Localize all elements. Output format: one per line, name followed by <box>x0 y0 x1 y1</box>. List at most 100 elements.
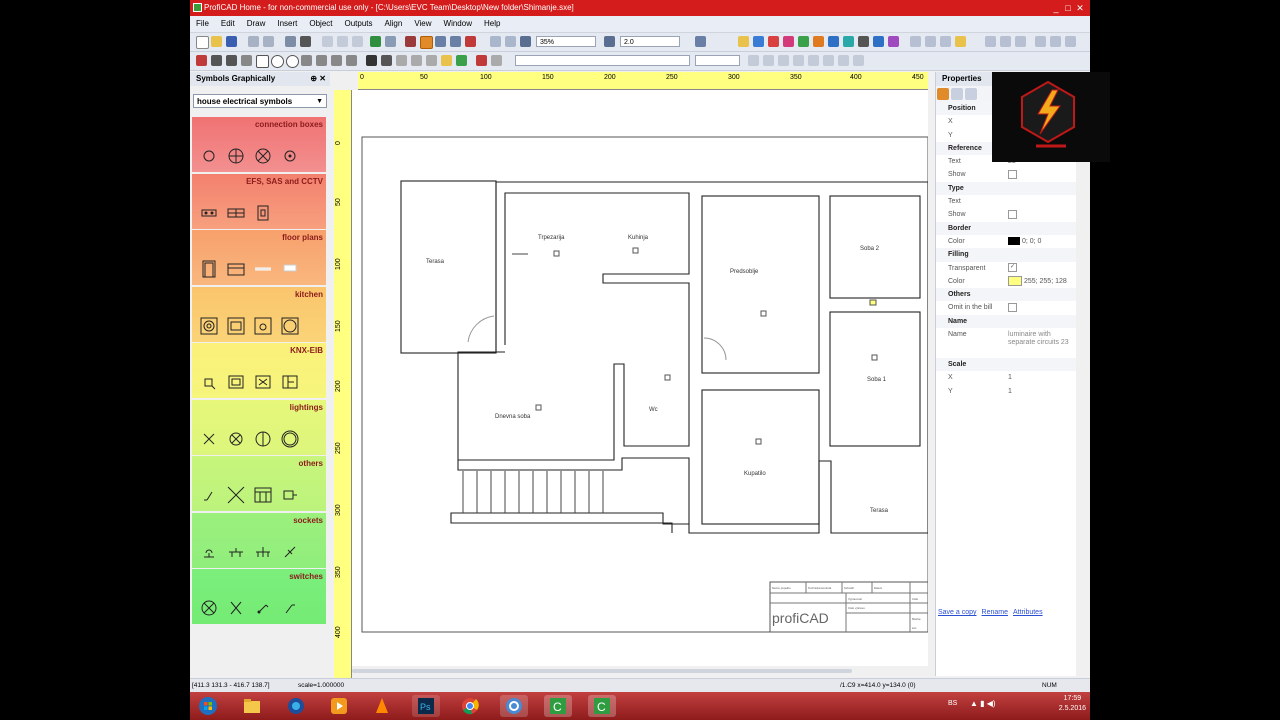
line-style-icon[interactable] <box>695 36 706 47</box>
hand-tool-icon[interactable] <box>491 55 502 66</box>
zoom-window-icon[interactable] <box>505 36 516 47</box>
distribution-board-icon[interactable] <box>254 486 272 504</box>
chrome-icon[interactable] <box>456 695 484 717</box>
cursor-tool-icon[interactable] <box>196 55 207 66</box>
rotate-icon[interactable] <box>435 36 446 47</box>
sort-alpha-icon[interactable] <box>951 88 963 100</box>
spotlight-icon[interactable] <box>281 430 299 448</box>
text-align-center-icon[interactable] <box>808 55 819 66</box>
maximize-button[interactable]: □ <box>1062 0 1074 16</box>
explorer-icon[interactable] <box>238 695 266 717</box>
tray-icons[interactable]: ▲ ▮ ◀) <box>970 699 996 708</box>
vlc-icon[interactable] <box>368 695 396 717</box>
pie-tool-icon[interactable] <box>316 55 327 66</box>
menu-help[interactable]: Help <box>478 16 506 32</box>
category-sockets[interactable]: sockets <box>192 512 326 568</box>
cable-tool-icon[interactable] <box>396 55 407 66</box>
luminaire-icon[interactable] <box>254 430 272 448</box>
proficad-taskbar-icon[interactable]: C <box>544 695 572 717</box>
group-icon[interactable] <box>955 36 966 47</box>
favorite-icon[interactable] <box>783 36 794 47</box>
zoom-select[interactable]: 35% <box>536 36 596 47</box>
camera-icon[interactable] <box>200 204 218 222</box>
table-icon[interactable] <box>843 36 854 47</box>
transparent-checkbox[interactable]: ✓ <box>1008 263 1017 273</box>
pin-icon[interactable]: ⊕ <box>310 74 317 83</box>
distribute-h-icon[interactable] <box>985 36 996 47</box>
pen-tool-icon[interactable] <box>476 55 487 66</box>
distribute-v-icon[interactable] <box>1000 36 1011 47</box>
open-folder-icon[interactable] <box>211 36 222 47</box>
prop-scale-y[interactable]: Y1 <box>936 385 1076 398</box>
align-left-icon[interactable] <box>910 36 921 47</box>
socket-icon[interactable] <box>200 543 218 561</box>
menu-object[interactable]: Object <box>303 16 338 32</box>
bom-icon[interactable] <box>813 36 824 47</box>
antenna-icon[interactable] <box>200 486 218 504</box>
switch-cross-icon[interactable] <box>227 599 245 617</box>
zoom-in-icon[interactable] <box>520 36 531 47</box>
print-icon[interactable] <box>300 36 311 47</box>
prop-type-show[interactable]: Show <box>936 208 1076 221</box>
media-player-icon[interactable] <box>325 695 353 717</box>
detector-icon[interactable] <box>227 204 245 222</box>
print-preview-icon[interactable] <box>285 36 296 47</box>
category-others[interactable]: others <box>192 456 326 511</box>
text-align-left-icon[interactable] <box>793 55 804 66</box>
meter-icon[interactable] <box>281 486 299 504</box>
lamp-circle-icon[interactable] <box>227 430 245 448</box>
menu-draw[interactable]: Draw <box>241 16 272 32</box>
curve-tool-icon[interactable] <box>241 55 252 66</box>
socket-double-icon[interactable] <box>227 543 245 561</box>
close-button[interactable]: ✕ <box>1074 0 1086 16</box>
dimension-tool-icon[interactable] <box>381 55 392 66</box>
rename-link[interactable]: Rename <box>982 609 1008 616</box>
prop-border-color[interactable]: Color 0; 0; 0 <box>936 235 1076 248</box>
knx-switch-icon[interactable] <box>281 373 299 391</box>
layers-icon[interactable] <box>738 36 749 47</box>
horizontal-scrollbar[interactable] <box>352 666 928 676</box>
prop-reference-show[interactable]: Show <box>936 168 1076 181</box>
prop-name[interactable]: Name luminaire with separate circuits 23 <box>936 328 1076 358</box>
prop-type-text[interactable]: Text <box>936 195 1076 208</box>
same-height-icon[interactable] <box>1035 36 1046 47</box>
knx-sensor-icon[interactable] <box>200 373 218 391</box>
junction-box-dot-icon[interactable] <box>281 147 299 165</box>
zoom-out-icon[interactable] <box>604 36 615 47</box>
scroll-thumb[interactable] <box>352 669 852 673</box>
text-icon[interactable] <box>873 36 884 47</box>
crossing-icon[interactable] <box>227 486 245 504</box>
save-icon[interactable] <box>226 36 237 47</box>
line-width-select[interactable]: 2.0 <box>620 36 680 47</box>
prop-scale-x[interactable]: X1 <box>936 371 1076 384</box>
new-file-icon[interactable] <box>196 36 209 49</box>
switch-pull-icon[interactable] <box>281 599 299 617</box>
image-icon[interactable] <box>888 36 899 47</box>
symbol-library-select[interactable]: house electrical symbols ▼ <box>193 94 327 108</box>
italic-icon[interactable] <box>763 55 774 66</box>
menu-align[interactable]: Align <box>379 16 409 32</box>
photoshop-icon[interactable]: Ps <box>412 695 440 717</box>
net-icon[interactable] <box>798 36 809 47</box>
color-icon[interactable] <box>768 36 779 47</box>
category-efs-sas-cctv[interactable]: EFS, SAS and CCTV <box>192 173 326 229</box>
copy-icon[interactable] <box>337 36 348 47</box>
font-size-select[interactable] <box>695 55 740 66</box>
same-width-icon[interactable] <box>1015 36 1026 47</box>
door-icon[interactable] <box>200 260 218 278</box>
wire-tool-icon[interactable] <box>411 55 422 66</box>
mirror-icon[interactable] <box>465 36 476 47</box>
menu-window[interactable]: Window <box>438 16 478 32</box>
undo-icon[interactable] <box>248 36 259 47</box>
symbols-icon[interactable] <box>753 36 764 47</box>
app-icon-blue[interactable] <box>500 695 528 717</box>
menu-edit[interactable]: Edit <box>215 16 241 32</box>
fill-tool-icon[interactable] <box>441 55 452 66</box>
stove-icon[interactable] <box>200 317 218 335</box>
text-frame-icon[interactable] <box>853 55 864 66</box>
cut-icon[interactable] <box>322 36 333 47</box>
terminal-icon[interactable] <box>858 36 869 47</box>
polyline-tool-icon[interactable] <box>226 55 237 66</box>
bus-tool-icon[interactable] <box>426 55 437 66</box>
redo-icon[interactable] <box>263 36 274 47</box>
